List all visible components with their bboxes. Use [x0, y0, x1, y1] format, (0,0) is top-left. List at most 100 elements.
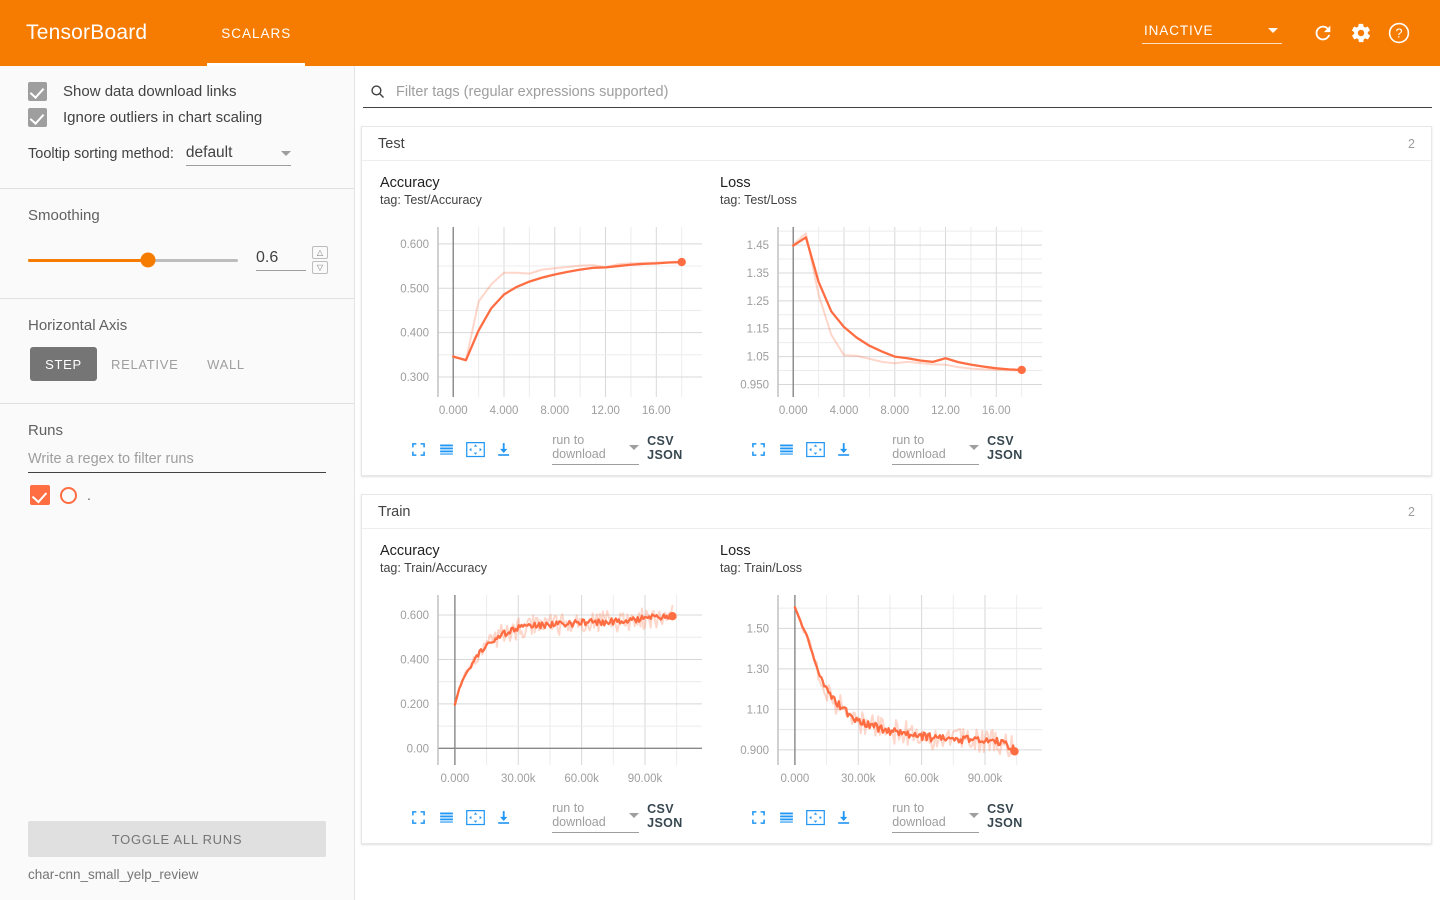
run-to-download-placeholder: run to download — [892, 433, 946, 462]
top-app-bar: TensorBoard SCALARS INACTIVE ? — [0, 0, 1440, 66]
smoothing-slider-knob[interactable] — [140, 252, 156, 268]
tooltip-sorting-dropdown[interactable]: default — [185, 144, 291, 166]
chart-title: Loss — [720, 175, 751, 191]
chart-tag: tag: Test/Loss — [720, 193, 797, 208]
section-count: 2 — [1408, 504, 1415, 519]
csv-json-links[interactable]: CSV JSON — [987, 802, 1046, 833]
svg-text:12.00: 12.00 — [931, 405, 960, 417]
plot-area[interactable]: 0.950 1.05 1.15 1.25 1.35 1.45 0.000 4.000 8.000… — [720, 217, 1050, 427]
data-table-icon — [780, 812, 794, 823]
download-button[interactable] — [490, 437, 519, 461]
active-run-name: char-cnn_small_yelp_review — [28, 867, 199, 882]
run-status-dropdown[interactable]: INACTIVE — [1142, 23, 1282, 44]
csv-json-links[interactable]: CSV JSON — [647, 802, 706, 833]
fit-domain-button[interactable] — [801, 805, 830, 829]
download-button[interactable] — [490, 805, 519, 829]
smoothing-stepper: △ ▽ — [312, 246, 328, 274]
toggle-all-runs-button[interactable]: TOGGLE ALL RUNS — [28, 821, 326, 857]
smoothing-slider[interactable] — [28, 252, 238, 268]
expand-icon — [411, 442, 425, 456]
axis-option-wall[interactable]: WALL — [193, 347, 260, 381]
data-table-button[interactable] — [773, 437, 802, 461]
plot-area[interactable]: 0.300 0.400 0.500 0.600 0.000 4.000 8.000 12.00… — [380, 217, 710, 427]
stepper-down-button[interactable]: ▽ — [312, 261, 328, 274]
svg-text:0.500: 0.500 — [400, 283, 429, 295]
data-table-icon — [440, 812, 454, 823]
fit-domain-icon — [465, 809, 485, 825]
fit-domain-icon — [805, 809, 825, 825]
sidebar: Show data download links Ignore outliers… — [0, 66, 355, 900]
download-controls: run to download CSV JSON — [552, 801, 706, 834]
toggle-ignore-outliers[interactable]: Ignore outliers in chart scaling — [28, 108, 328, 127]
runs-title: Runs — [28, 422, 64, 439]
csv-json-links[interactable]: CSV JSON — [647, 434, 706, 465]
svg-text:12.00: 12.00 — [591, 405, 620, 417]
fit-domain-button[interactable] — [461, 437, 490, 461]
plot-area[interactable]: 0.00 0.200 0.400 0.600 0.000 30.00k 60.00k 90.0… — [380, 585, 710, 795]
data-table-button[interactable] — [773, 805, 802, 829]
svg-text:30.00k: 30.00k — [841, 773, 876, 785]
download-icon — [838, 442, 850, 456]
csv-json-links[interactable]: CSV JSON — [987, 434, 1046, 465]
expand-button[interactable] — [744, 437, 773, 461]
toggle-download-links[interactable]: Show data download links — [28, 82, 328, 101]
run-list-item[interactable]: . — [30, 485, 354, 505]
run-to-download-dropdown[interactable]: run to download — [892, 433, 980, 466]
axis-option-step[interactable]: STEP — [30, 347, 97, 381]
settings-button[interactable] — [1342, 14, 1380, 52]
axis-option-relative[interactable]: RELATIVE — [97, 347, 193, 381]
svg-text:0.400: 0.400 — [400, 328, 429, 340]
section-card-test: Test 2 Accuracy tag: Test/Accuracy 0.300… — [361, 126, 1432, 477]
svg-text:16.00: 16.00 — [982, 405, 1011, 417]
expand-button[interactable] — [404, 437, 433, 461]
svg-text:0.000: 0.000 — [779, 405, 808, 417]
data-table-button[interactable] — [433, 437, 462, 461]
horizontal-axis-title: Horizontal Axis — [28, 317, 128, 334]
refresh-button[interactable] — [1304, 14, 1342, 52]
fit-domain-button[interactable] — [461, 805, 490, 829]
chart-card-train-accuracy: Accuracy tag: Train/Accuracy 0.00 0.200 0.… — [366, 537, 706, 834]
run-checkbox-checked-icon[interactable] — [30, 485, 50, 505]
data-table-button[interactable] — [433, 805, 462, 829]
svg-text:1.25: 1.25 — [747, 296, 769, 308]
expand-icon — [751, 442, 765, 456]
section-header-test[interactable]: Test 2 — [362, 127, 1431, 161]
section-title: Test — [378, 135, 405, 152]
expand-icon — [411, 810, 425, 824]
svg-text:0.000: 0.000 — [439, 405, 468, 417]
data-table-icon — [440, 444, 454, 455]
chart-card-test-accuracy: Accuracy tag: Test/Accuracy 0.300 0.400 0.… — [366, 169, 706, 466]
section-header-train[interactable]: Train 2 — [362, 495, 1431, 530]
download-button[interactable] — [830, 437, 859, 461]
smoothing-value-input[interactable]: 0.6 — [256, 249, 306, 271]
plot-area[interactable]: 0.900 1.10 1.30 1.50 0.000 30.00k 60.00k 90.00k — [720, 585, 1050, 795]
svg-text:0.00: 0.00 — [407, 744, 429, 756]
run-to-download-dropdown[interactable]: run to download — [892, 801, 980, 834]
svg-text:0.950: 0.950 — [740, 380, 769, 392]
chevron-down-icon — [629, 444, 640, 450]
run-to-download-dropdown[interactable]: run to download — [552, 433, 640, 466]
fit-domain-icon — [465, 441, 485, 457]
tag-filter-bar[interactable]: Filter tags (regular expressions support… — [363, 83, 1432, 108]
download-controls: run to download CSV JSON — [552, 433, 706, 466]
svg-text:60.00k: 60.00k — [564, 773, 599, 785]
run-to-download-dropdown[interactable]: run to download — [552, 801, 640, 834]
download-button[interactable] — [830, 805, 859, 829]
expand-button[interactable] — [404, 805, 433, 829]
expand-button[interactable] — [744, 805, 773, 829]
download-icon — [498, 442, 510, 456]
divider — [0, 403, 354, 404]
main-content: Filter tags (regular expressions support… — [355, 66, 1440, 900]
data-table-icon — [780, 444, 794, 455]
svg-text:1.10: 1.10 — [747, 705, 769, 717]
checkbox-checked-icon — [28, 82, 47, 101]
tab-scalars[interactable]: SCALARS — [199, 0, 313, 66]
runs-filter-input[interactable]: Write a regex to filter runs — [28, 451, 326, 473]
chart-tag: tag: Test/Accuracy — [380, 193, 482, 208]
smoothing-title: Smoothing — [28, 207, 100, 224]
svg-text:60.00k: 60.00k — [904, 773, 939, 785]
stepper-up-button[interactable]: △ — [312, 246, 328, 259]
chart-grid-test: Accuracy tag: Test/Accuracy 0.300 0.400 0.… — [362, 161, 1431, 475]
help-button[interactable]: ? — [1380, 14, 1418, 52]
fit-domain-button[interactable] — [801, 437, 830, 461]
